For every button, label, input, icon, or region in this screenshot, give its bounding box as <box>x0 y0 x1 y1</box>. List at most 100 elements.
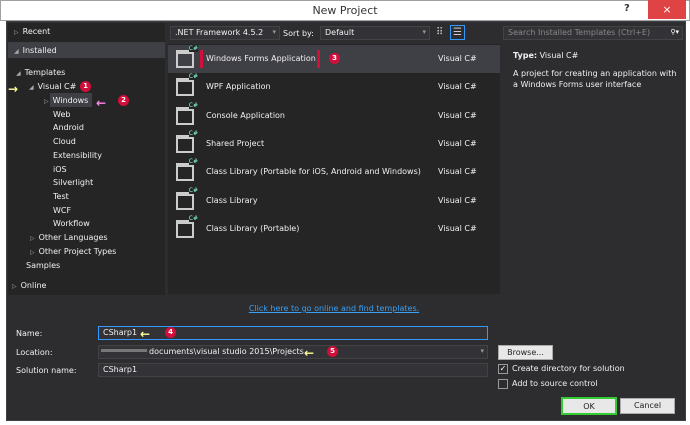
tree-item-test[interactable]: Test <box>53 192 69 201</box>
project-template-icon: C# <box>176 158 198 182</box>
annotation-badge: 4 <box>165 327 176 338</box>
tree-item-cloud[interactable]: Cloud <box>53 137 76 146</box>
arrow-left-icon: ← <box>304 346 315 360</box>
template-language: Visual C# <box>438 82 477 92</box>
annotation-badge: 2 <box>118 95 129 106</box>
project-template-icon: C# <box>176 45 198 68</box>
expand-icon: ▷ <box>12 283 17 290</box>
label: Other Languages <box>38 233 108 242</box>
framework-dropdown[interactable]: .NET Framework 4.5.2 ▾ <box>170 26 280 40</box>
label: Online <box>20 281 47 290</box>
browse-button[interactable]: Browse... <box>498 345 553 360</box>
template-row[interactable]: C# Class Library (Portable for iOS, Andro… <box>168 158 500 186</box>
tree-item-web[interactable]: Web <box>53 110 70 119</box>
value: documents\visual studio 2015\Projects <box>149 347 304 356</box>
tree-item-wcf[interactable]: WCF <box>53 206 71 215</box>
close-button[interactable]: × <box>648 0 686 19</box>
tree-online[interactable]: ▷ Online <box>12 281 46 290</box>
annotation-badge: 1 <box>80 81 91 92</box>
collapse-icon: ◢ <box>29 84 34 91</box>
label: Extensibility <box>53 150 102 160</box>
template-language: Visual C# <box>438 223 477 233</box>
template-row[interactable]: C# Shared Project Visual C# <box>168 129 500 158</box>
tree-other-project-types[interactable]: ▷ Other Project Types <box>30 247 116 256</box>
template-name: Shared Project <box>206 138 265 148</box>
solution-name-input[interactable]: CSharp1 <box>98 363 488 377</box>
template-language: Visual C# <box>438 167 477 177</box>
label: Installed <box>22 46 57 55</box>
template-language: Visual C# <box>438 54 477 63</box>
collapse-icon: ◢ <box>16 70 21 77</box>
template-language: Visual C# <box>438 138 477 148</box>
project-template-icon: C# <box>176 214 198 238</box>
template-row[interactable]: C# Console Application Visual C# <box>168 101 500 130</box>
tree-templates[interactable]: ◢ Templates <box>16 68 65 77</box>
label: Test <box>53 191 69 201</box>
ok-button[interactable]: OK <box>561 397 617 415</box>
details-type: Type: Visual C# <box>513 51 578 60</box>
tree-item-workflow[interactable]: Workflow <box>53 219 90 228</box>
template-name: Class Library (Portable) <box>206 223 300 233</box>
template-language: Visual C# <box>438 110 477 120</box>
create-directory-checkbox[interactable]: ✓ <box>498 364 508 374</box>
annotation-badge: 5 <box>327 346 338 357</box>
label: Silverlight <box>53 178 94 188</box>
name-input[interactable]: CSharp1 <box>98 326 488 340</box>
project-template-icon: C# <box>176 101 198 125</box>
solution-name-label: Solution name: <box>16 366 77 375</box>
location-label: Location: <box>16 348 53 357</box>
collapse-icon: ◢ <box>14 48 19 55</box>
help-button[interactable]: ? <box>624 3 630 14</box>
template-row[interactable]: C# WPF Application Visual C# <box>168 73 500 101</box>
label: Workflow <box>53 219 90 229</box>
template-row[interactable]: C# Class Library Visual C# <box>168 186 500 215</box>
tree-item-silverlight[interactable]: Silverlight <box>53 178 93 187</box>
search-icon[interactable]: ⚲▾ <box>670 28 679 36</box>
label: Web <box>53 109 71 119</box>
template-name: Class Library (Portable for iOS, Android… <box>206 167 421 177</box>
sort-dropdown[interactable]: Default ▾ <box>320 26 430 40</box>
template-name: Class Library <box>206 195 258 205</box>
label: Templates <box>24 68 66 77</box>
create-directory-label: Create directory for solution <box>512 364 625 373</box>
small-icons-view-icon[interactable]: ⠿ <box>436 27 443 38</box>
cancel-button[interactable]: Cancel <box>620 398 675 414</box>
label: Windows <box>52 96 89 105</box>
search-input[interactable]: Search Installed Templates (Ctrl+E) ⚲▾ <box>503 26 683 40</box>
expand-icon: ▷ <box>44 98 49 105</box>
list-view-icon[interactable]: ☰ <box>450 25 465 40</box>
source-control-checkbox[interactable] <box>498 379 508 389</box>
annotation-badge: 3 <box>329 53 340 64</box>
label: Android <box>53 123 84 133</box>
source-control-label: Add to source control <box>512 379 598 388</box>
online-templates-link[interactable]: Click here to go online and find templat… <box>168 304 500 313</box>
chevron-down-icon: ▾ <box>272 28 276 36</box>
chevron-down-icon: ▾ <box>422 28 426 36</box>
tree-other-languages[interactable]: ▷ Other Languages <box>30 233 108 242</box>
tree-samples[interactable]: Samples <box>26 261 60 270</box>
label: Other Project Types <box>38 247 117 256</box>
placeholder: Search Installed Templates (Ctrl+E) <box>508 28 651 37</box>
sort-label: Sort by: <box>283 29 314 38</box>
tree-recent[interactable]: ▷ Recent <box>14 27 50 36</box>
arrow-left-icon: → <box>8 82 19 96</box>
details-description: A project for creating an application wi… <box>513 69 677 89</box>
value: .NET Framework 4.5.2 <box>175 28 264 37</box>
tree-installed[interactable]: ◢ Installed <box>14 46 57 55</box>
type-label: Type: <box>513 51 538 60</box>
project-template-icon: C# <box>176 186 198 210</box>
name-label: Name: <box>16 329 43 338</box>
tree-item-windows[interactable]: ▷ Windows <box>44 96 88 105</box>
template-row[interactable]: C# Class Library (Portable) Visual C# <box>168 214 500 243</box>
tree-item-ios[interactable]: iOS <box>53 165 67 174</box>
tree-visual-csharp[interactable]: ◢ Visual C# <box>29 82 76 91</box>
project-template-icon: C# <box>176 73 198 97</box>
tree-item-extensibility[interactable]: Extensibility <box>53 151 102 160</box>
blurred-path <box>101 349 147 352</box>
label: Visual C# <box>37 82 77 91</box>
template-name: Console Application <box>206 110 285 120</box>
tree-item-android[interactable]: Android <box>53 123 84 132</box>
window-title: New Project <box>312 4 378 17</box>
location-dropdown[interactable]: documents\visual studio 2015\Projects ▾ <box>98 345 488 359</box>
chevron-down-icon: ▾ <box>480 347 484 355</box>
